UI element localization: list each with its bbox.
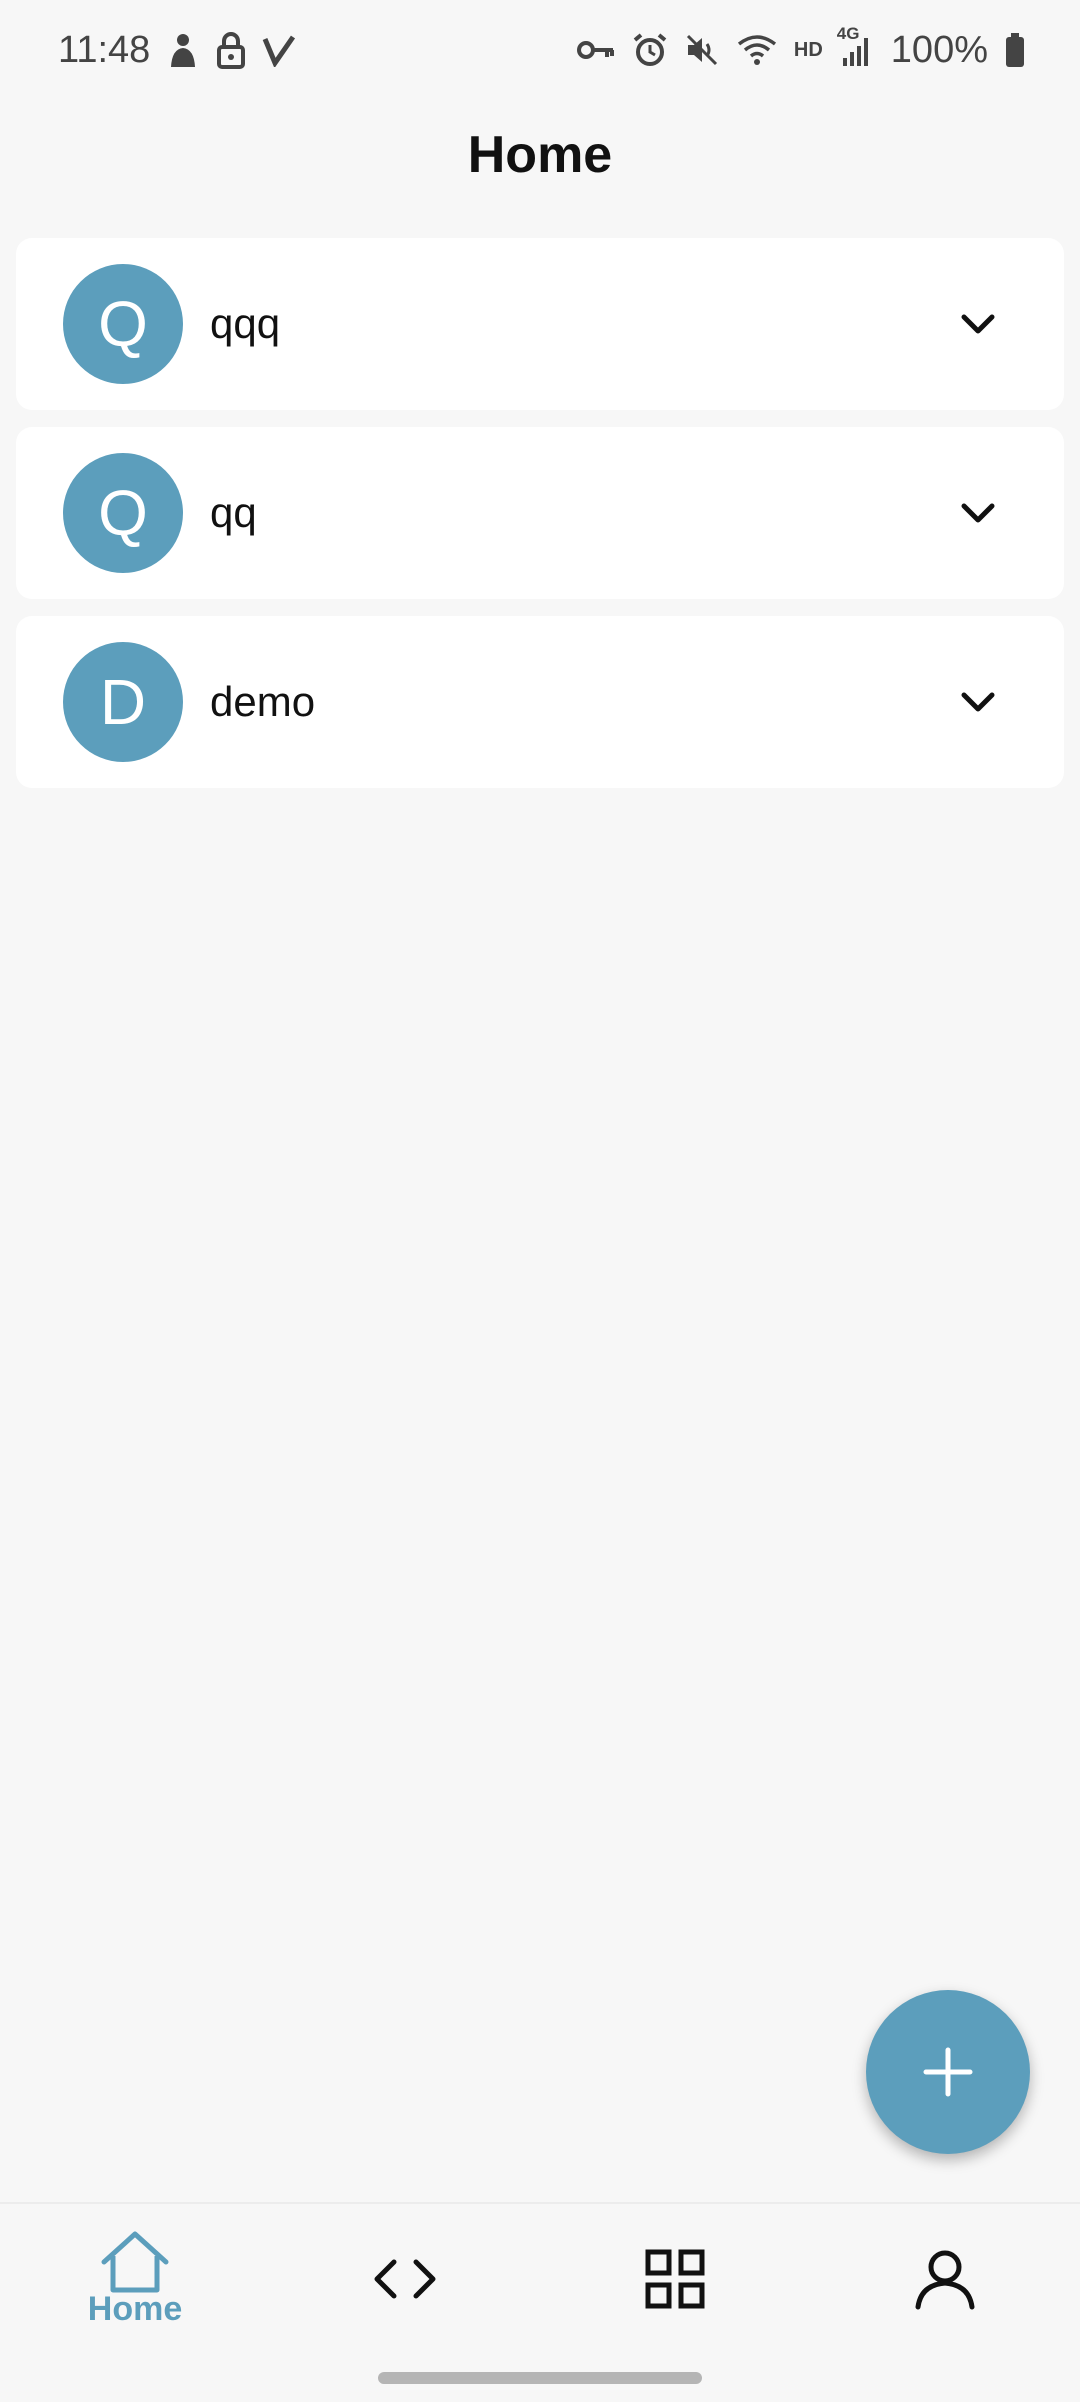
battery-icon xyxy=(1004,32,1026,68)
chevron-down-icon[interactable] xyxy=(954,678,1002,726)
list-item-label: qqq xyxy=(210,300,281,347)
list-item[interactable]: Q qq xyxy=(16,427,1064,599)
chevron-down-icon[interactable] xyxy=(954,489,1002,537)
nav-home[interactable]: Home xyxy=(0,2204,270,2354)
nav-home-label: Home xyxy=(87,2289,183,2328)
v-icon xyxy=(262,33,296,67)
network-type: 4G xyxy=(836,24,860,43)
list-item-label: qq xyxy=(210,489,257,536)
list-item-label: demo xyxy=(210,678,316,725)
status-bar: 11:48 HD 4G 100% xyxy=(0,0,1080,100)
plus-icon xyxy=(923,2047,973,2097)
app-header: Home xyxy=(0,100,1080,210)
chevron-down-icon[interactable] xyxy=(954,300,1002,348)
list-item[interactable]: Q qqq xyxy=(16,238,1064,410)
gesture-bar[interactable] xyxy=(378,2372,702,2384)
list-item[interactable]: D demo xyxy=(16,616,1064,788)
silhouette-icon xyxy=(166,31,200,69)
profile-icon xyxy=(915,2250,975,2310)
avatar: Q xyxy=(63,264,183,384)
lock-icon xyxy=(216,31,246,69)
battery-percent: 100% xyxy=(890,28,988,71)
hd-label: HD xyxy=(793,38,823,61)
nav-grid[interactable] xyxy=(540,2204,810,2354)
mute-icon xyxy=(684,32,720,68)
nav-profile[interactable] xyxy=(810,2204,1080,2354)
status-left: 11:48 xyxy=(58,29,296,72)
status-time: 11:48 xyxy=(58,28,151,71)
alarm-icon xyxy=(632,32,668,68)
nav-code[interactable] xyxy=(270,2204,540,2354)
avatar: Q xyxy=(63,453,183,573)
page-title: Home xyxy=(467,126,613,184)
code-icon xyxy=(374,2259,436,2299)
add-button[interactable] xyxy=(866,1990,1030,2154)
signal-icon: 4G xyxy=(837,24,875,68)
grid-icon xyxy=(645,2249,705,2309)
avatar: D xyxy=(63,642,183,762)
wifi-icon xyxy=(736,32,778,68)
home-icon xyxy=(101,2231,169,2292)
vpn-key-icon xyxy=(576,37,616,63)
project-list: Q qqq Q qq D demo xyxy=(16,238,1064,805)
status-right: HD 4G 100% xyxy=(576,24,1026,72)
